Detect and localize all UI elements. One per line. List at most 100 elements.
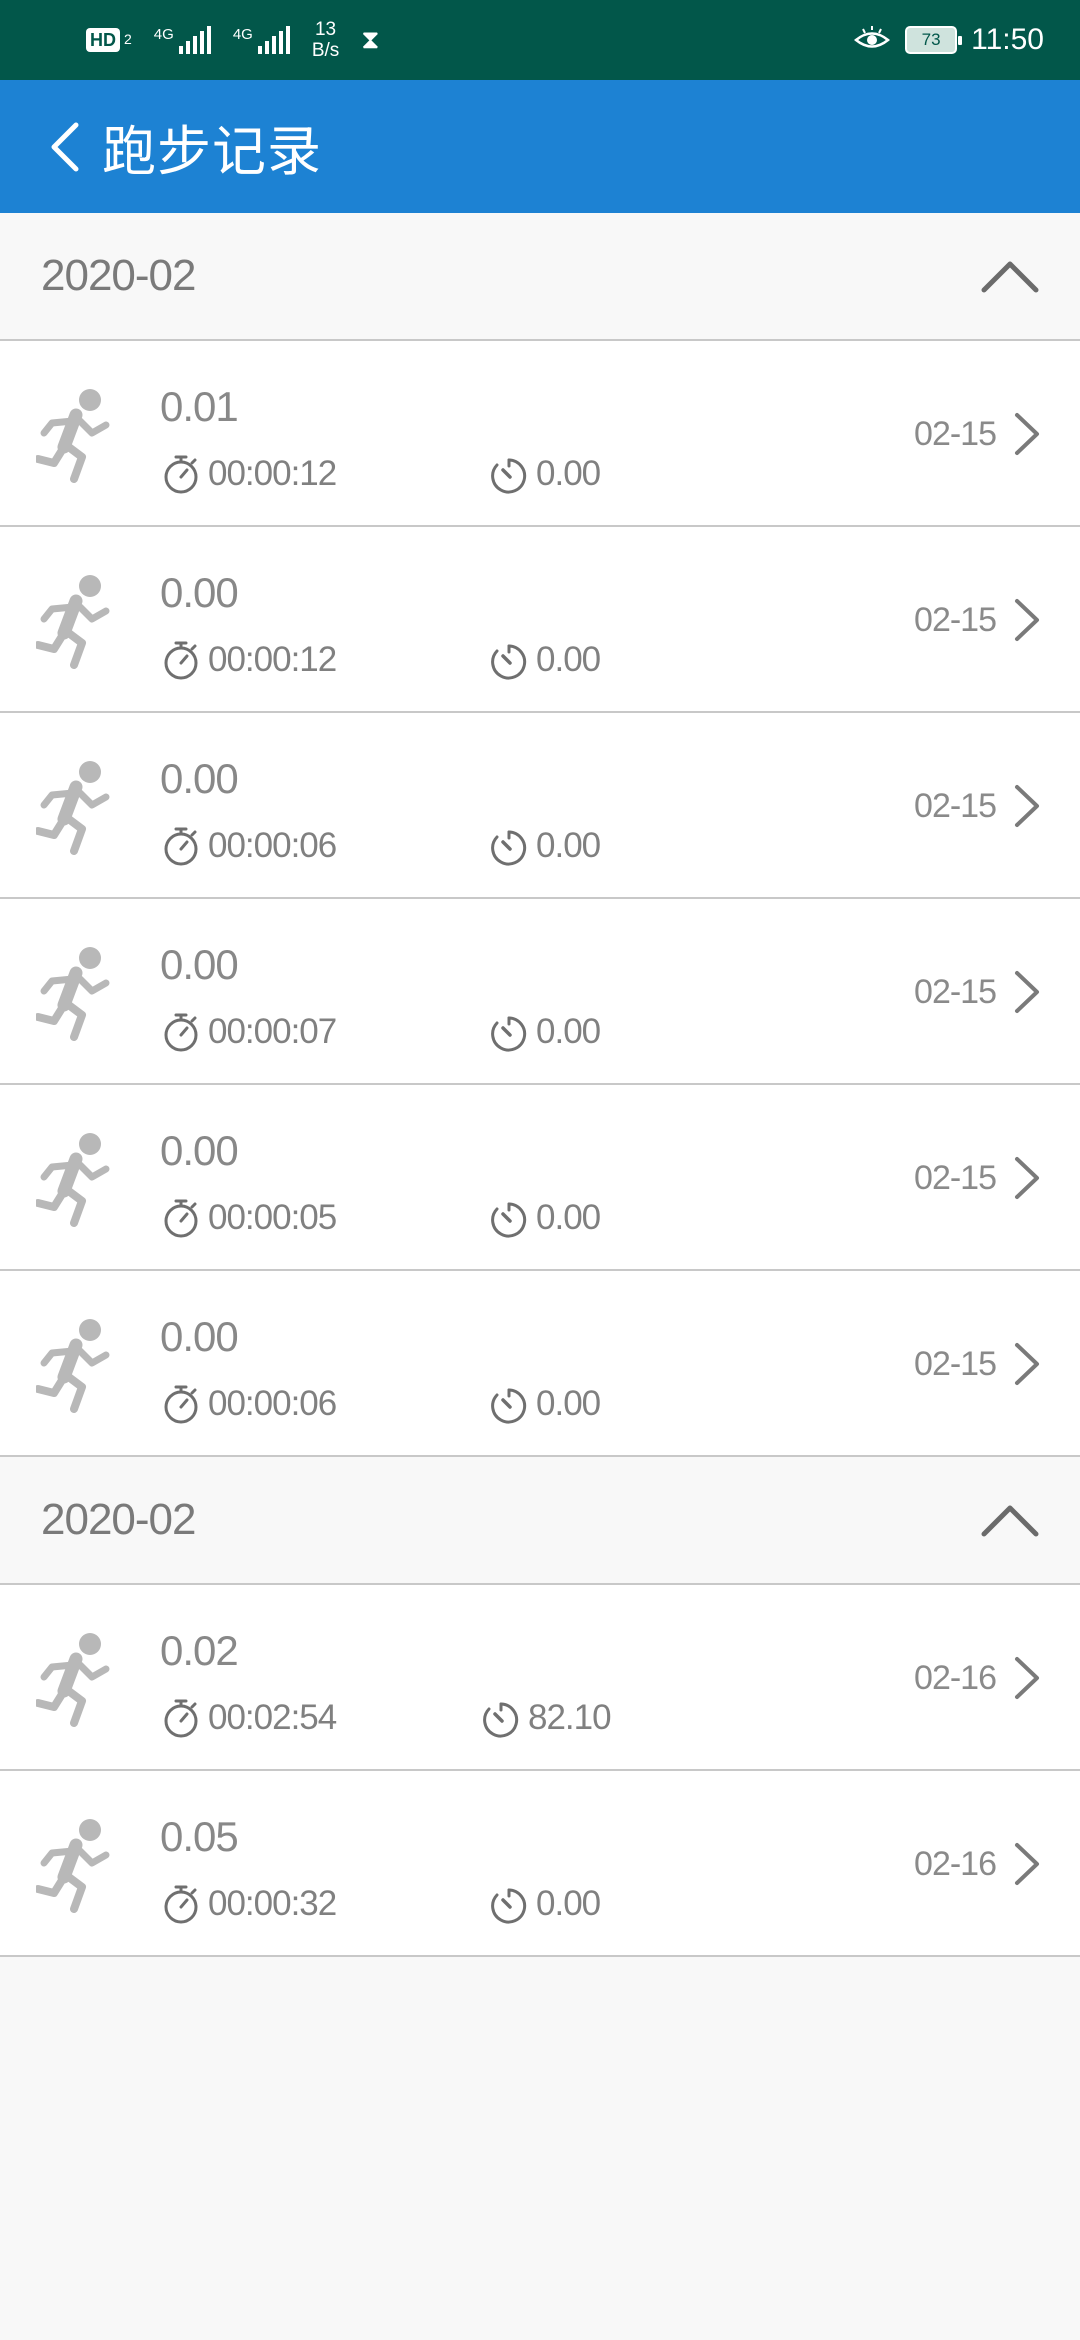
run-distance: 0.01 (160, 383, 239, 430)
runner-icon (36, 761, 110, 855)
pace-text: 0.00 (536, 826, 601, 865)
runner-icon (36, 575, 110, 669)
stopwatch-icon (164, 827, 198, 866)
network-speed-unit: B/s (311, 40, 340, 61)
runner-icon (36, 1133, 110, 1227)
pace-text: 0.00 (536, 1384, 601, 1423)
stopwatch-icon (164, 641, 198, 680)
duration-text: 00:00:12 (208, 640, 337, 679)
network-type-label: 4G (232, 26, 253, 43)
run-pace: 0.00 (490, 1197, 601, 1239)
duration-text: 00:00:06 (208, 826, 337, 865)
status-right: 73 11:50 (853, 23, 1044, 57)
run-duration: 00:02:54 (162, 1697, 337, 1739)
timer-icon (491, 1388, 527, 1424)
network-type-label: 4G (153, 26, 174, 43)
pace-text: 82.10 (528, 1698, 612, 1737)
run-pace: 0.00 (490, 1383, 601, 1425)
eye-comfort-icon (854, 26, 891, 48)
timer-icon (491, 1888, 527, 1924)
run-duration: 00:00:07 (162, 1011, 337, 1053)
stopwatch-icon (164, 1199, 198, 1238)
run-date: 02-16 (914, 1845, 997, 1883)
timer-icon (491, 830, 527, 866)
run-record-row[interactable]: 0.00 00:00:07 0.00 02-15 (0, 899, 1080, 1085)
duration-text: 00:00:07 (208, 1012, 337, 1051)
run-date: 02-15 (914, 1345, 997, 1383)
timer-icon (491, 458, 527, 494)
month-section-header[interactable]: 2020-02 (0, 213, 1080, 341)
hourglass-icon: ⧗ (361, 24, 380, 54)
chevron-right-icon (1015, 1343, 1039, 1385)
month-section-title: 2020-02 (41, 1495, 196, 1544)
chevron-right-icon (1015, 1657, 1039, 1699)
pace-text: 0.00 (536, 1198, 601, 1237)
duration-text: 00:00:12 (208, 454, 337, 493)
chevron-right-icon (1015, 599, 1039, 641)
run-record-list: 2020-02 0.01 00:00:12 0.00 02-15 0.00 00… (0, 213, 1080, 1957)
signal-strength-icon: 4G (233, 26, 290, 54)
timer-icon (491, 644, 527, 680)
stopwatch-icon (164, 1699, 198, 1738)
run-record-row[interactable]: 0.02 00:02:54 82.10 02-16 (0, 1585, 1080, 1771)
run-record-row[interactable]: 0.00 00:00:06 0.00 02-15 (0, 713, 1080, 899)
collapse-button[interactable] (978, 256, 1042, 296)
month-section-title: 2020-02 (41, 251, 196, 300)
run-pace: 82.10 (482, 1697, 612, 1739)
run-record-row[interactable]: 0.00 00:00:06 0.00 02-15 (0, 1271, 1080, 1457)
run-record-row[interactable]: 0.01 00:00:12 0.00 02-15 (0, 341, 1080, 527)
run-record-row[interactable]: 0.00 00:00:12 0.00 02-15 (0, 527, 1080, 713)
run-record-row[interactable]: 0.05 00:00:32 0.00 02-16 (0, 1771, 1080, 1957)
stopwatch-icon (164, 1885, 198, 1924)
run-date: 02-15 (914, 973, 997, 1011)
run-pace: 0.00 (490, 453, 601, 495)
run-pace: 0.00 (490, 1011, 601, 1053)
pace-text: 0.00 (536, 1012, 601, 1051)
run-duration: 00:00:32 (162, 1883, 337, 1925)
battery-icon: 73 (905, 26, 963, 54)
run-duration: 00:00:05 (162, 1197, 337, 1239)
stopwatch-icon (164, 455, 198, 494)
sim-number: 2 (124, 31, 132, 47)
chevron-left-icon (51, 122, 79, 171)
run-duration: 00:00:06 (162, 1383, 337, 1425)
stopwatch-icon (164, 1013, 198, 1052)
run-pace: 0.00 (490, 825, 601, 867)
status-bar: HD 2 4G 4G 13 B/s ⧗ 73 11:50 (0, 0, 1080, 80)
network-speed-value: 13 (314, 19, 337, 40)
run-pace: 0.00 (490, 1883, 601, 1925)
back-button[interactable] (48, 117, 88, 177)
run-distance: 0.02 (160, 1627, 239, 1674)
chevron-right-icon (1015, 785, 1039, 827)
runner-icon (36, 389, 110, 483)
app-header: 跑步记录 (0, 80, 1080, 213)
run-duration: 00:00:12 (162, 639, 337, 681)
chevron-up-icon (981, 261, 1039, 293)
month-section-header[interactable]: 2020-02 (0, 1457, 1080, 1585)
duration-text: 00:00:05 (208, 1198, 337, 1237)
battery-level: 73 (921, 30, 941, 49)
page-title: 跑步记录 (102, 122, 322, 182)
run-distance: 0.00 (160, 755, 239, 802)
chevron-right-icon (1015, 1157, 1039, 1199)
run-distance: 0.00 (160, 1127, 239, 1174)
status-left: HD 2 4G 4G 13 B/s ⧗ (86, 19, 380, 61)
run-distance: 0.00 (160, 569, 239, 616)
pace-text: 0.00 (536, 1884, 601, 1923)
pace-text: 0.00 (536, 640, 601, 679)
run-date: 02-15 (914, 1159, 997, 1197)
run-distance: 0.00 (160, 1313, 239, 1360)
signal-strength-icon: 4G (154, 26, 211, 54)
run-record-row[interactable]: 0.00 00:00:05 0.00 02-15 (0, 1085, 1080, 1271)
runner-icon (36, 1633, 110, 1727)
duration-text: 00:00:32 (208, 1884, 337, 1923)
timer-icon (491, 1016, 527, 1052)
chevron-right-icon (1015, 1843, 1039, 1885)
run-pace: 0.00 (490, 639, 601, 681)
run-date: 02-16 (914, 1659, 997, 1697)
run-duration: 00:00:06 (162, 825, 337, 867)
chevron-right-icon (1015, 971, 1039, 1013)
collapse-button[interactable] (978, 1500, 1042, 1540)
runner-icon (36, 1319, 110, 1413)
runner-icon (36, 1819, 110, 1913)
